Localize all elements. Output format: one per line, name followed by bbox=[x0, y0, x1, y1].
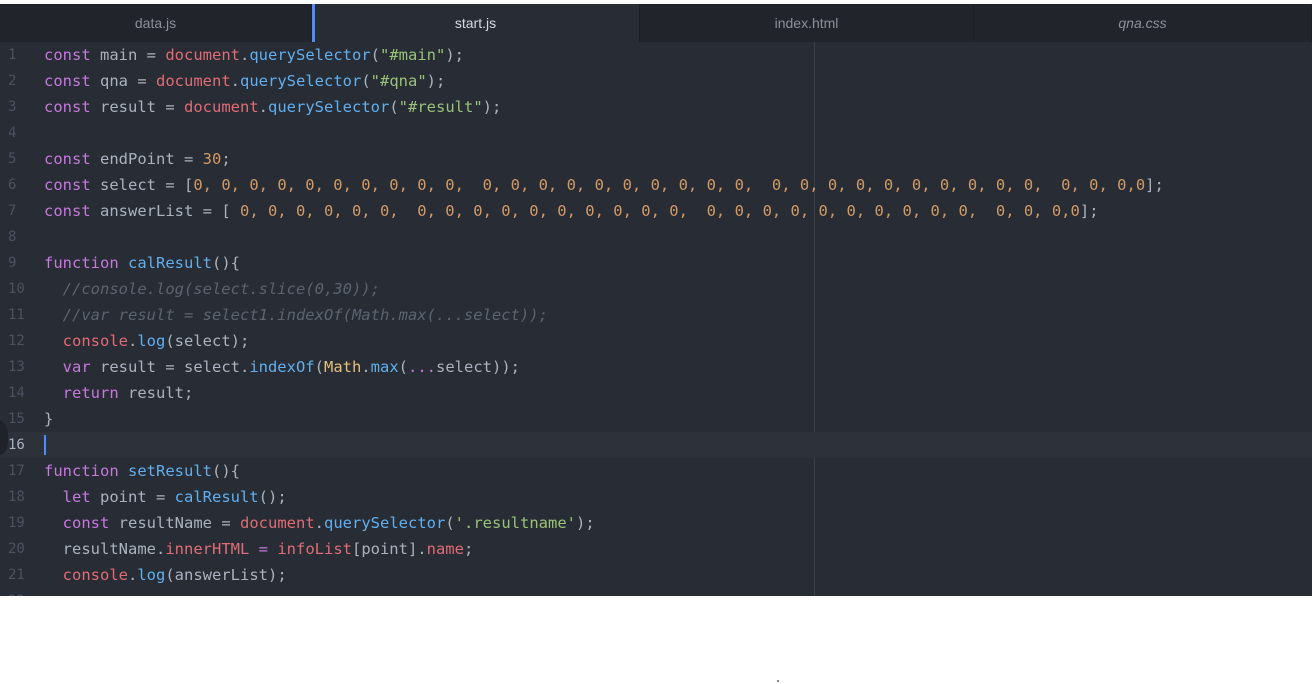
line-number: 20 bbox=[8, 541, 25, 557]
code-text: function calResult(){ bbox=[44, 254, 240, 272]
code-line[interactable]: 4 bbox=[0, 120, 1312, 146]
code-line[interactable]: 10 //console.log(select.slice(0,30)); bbox=[0, 276, 1312, 302]
line-number: 7 bbox=[8, 203, 17, 219]
code-text: const qna = document.querySelector("#qna… bbox=[44, 72, 446, 90]
stray-dot bbox=[777, 680, 779, 682]
line-number: 14 bbox=[8, 385, 25, 401]
line-number: 9 bbox=[8, 255, 17, 271]
line-number: 6 bbox=[8, 177, 17, 193]
line-number: 19 bbox=[8, 515, 25, 531]
line-number: 1 bbox=[8, 47, 17, 63]
line-number: 17 bbox=[8, 463, 25, 479]
code-line[interactable]: 13 var result = select.indexOf(Math.max(… bbox=[0, 354, 1312, 380]
code-line[interactable]: 3 const result = document.querySelector("… bbox=[0, 94, 1312, 120]
code-text: //console.log(select.slice(0,30)); bbox=[44, 280, 380, 298]
code-text: const endPoint = 30; bbox=[44, 150, 231, 168]
tab-index-html[interactable]: index.html bbox=[640, 4, 974, 42]
line-number: 8 bbox=[8, 229, 17, 245]
code-text: let point = calResult(); bbox=[62, 488, 287, 506]
text-cursor bbox=[44, 435, 46, 455]
code-line[interactable]: 12 console.log(select); bbox=[0, 328, 1312, 354]
code-text: console.log(select); bbox=[62, 332, 250, 350]
code-text: const resultName = document.querySelecto… bbox=[62, 514, 595, 532]
code-line[interactable]: 22 bbox=[0, 588, 1312, 596]
code-line[interactable]: 1 const main = document.querySelector("#m… bbox=[0, 42, 1312, 68]
code-text: resultName.innerHTML = infoList[point].n… bbox=[44, 540, 474, 558]
line-number: 13 bbox=[8, 359, 25, 375]
code-line[interactable]: 9 function calResult(){ bbox=[0, 250, 1312, 276]
code-line[interactable]: 21 console.log(answerList); bbox=[0, 562, 1312, 588]
line-number: 22 bbox=[0, 588, 30, 596]
code-line[interactable]: 18 let point = calResult(); bbox=[0, 484, 1312, 510]
code-editor[interactable]: 1 const main = document.querySelector("#m… bbox=[0, 42, 1312, 596]
code-line[interactable]: 11 //var result = select1.indexOf(Math.m… bbox=[0, 302, 1312, 328]
line-number: 5 bbox=[8, 151, 17, 167]
line-number: 21 bbox=[8, 567, 25, 583]
code-text: console.log(answerList); bbox=[62, 566, 287, 584]
code-line[interactable]: 2 const qna = document.querySelector("#qn… bbox=[0, 68, 1312, 94]
code-line[interactable]: 20 resultName.innerHTML = infoList[point… bbox=[0, 536, 1312, 562]
code-line[interactable]: 14 return result; bbox=[0, 380, 1312, 406]
line-number: 10 bbox=[8, 281, 25, 297]
line-number: 12 bbox=[8, 333, 25, 349]
code-line[interactable]: 7 const answerList = [ 0, 0, 0, 0, 0, 0, … bbox=[0, 198, 1312, 224]
line-number: 3 bbox=[8, 99, 17, 115]
code-text: var result = select.indexOf(Math.max(...… bbox=[62, 358, 520, 376]
tab-data-js[interactable]: data.js bbox=[0, 4, 312, 42]
code-text: function setResult(){ bbox=[44, 462, 240, 480]
line-number: 11 bbox=[8, 307, 25, 323]
code-line[interactable]: 19 const resultName = document.querySele… bbox=[0, 510, 1312, 536]
tab-start-js[interactable]: start.js bbox=[312, 4, 640, 42]
code-text: return result; bbox=[62, 384, 194, 402]
code-line[interactable]: 15} bbox=[0, 406, 1312, 432]
line-number: 18 bbox=[8, 489, 25, 505]
line-number: 2 bbox=[8, 73, 17, 89]
code-text: const main = document.querySelector("#ma… bbox=[44, 46, 464, 64]
code-line[interactable]: 6 const select = [0, 0, 0, 0, 0, 0, 0, 0,… bbox=[0, 172, 1312, 198]
code-line[interactable]: 5 const endPoint = 30; bbox=[0, 146, 1312, 172]
code-text: //var result = select1.indexOf(Math.max(… bbox=[44, 306, 548, 324]
line-number: 4 bbox=[8, 125, 17, 141]
code-text: const answerList = [ 0, 0, 0, 0, 0, 0, 0… bbox=[44, 202, 1099, 220]
tab-qna-css[interactable]: qna.css bbox=[974, 4, 1312, 42]
code-line[interactable]: 17 function setResult(){ bbox=[0, 458, 1312, 484]
editor-window: data.js start.js index.html qna.css 1 con… bbox=[0, 4, 1312, 596]
code-text: } bbox=[44, 410, 54, 428]
tab-bar: data.js start.js index.html qna.css bbox=[0, 4, 1312, 42]
code-line[interactable]: 8 bbox=[0, 224, 1312, 250]
code-text: const result = document.querySelector("#… bbox=[44, 98, 502, 116]
code-line[interactable]: 16 bbox=[0, 432, 1312, 458]
code-text: const select = [0, 0, 0, 0, 0, 0, 0, 0, … bbox=[44, 176, 1164, 194]
